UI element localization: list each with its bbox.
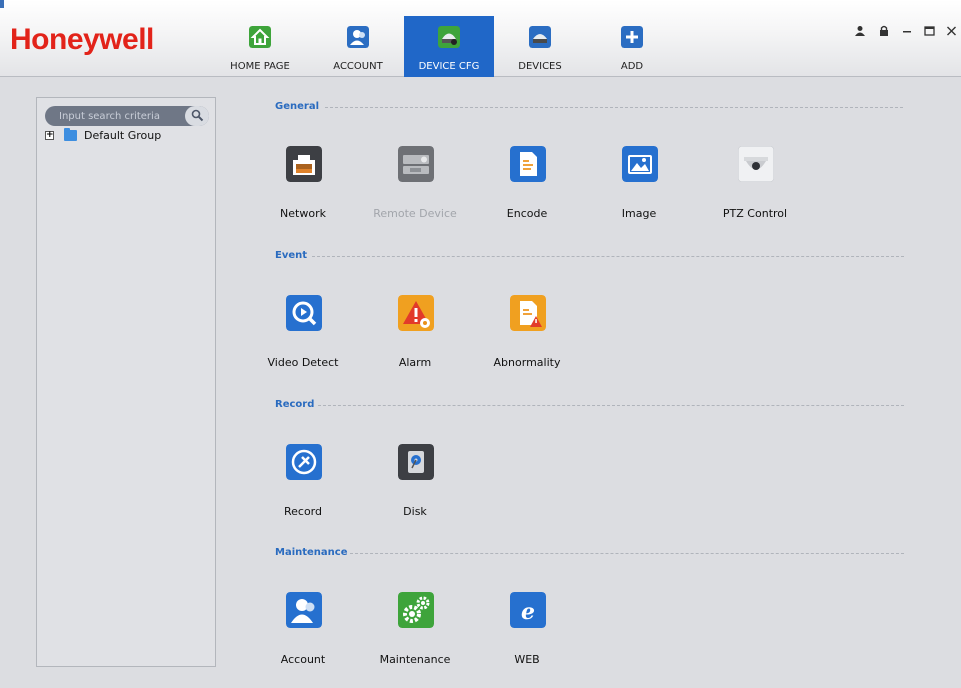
item-image[interactable]: Image [594, 146, 684, 226]
tab-add[interactable]: ADD [602, 16, 662, 77]
item-network[interactable]: Network [258, 146, 348, 226]
item-web[interactable]: e WEB [482, 592, 572, 672]
section-title-general: General [275, 101, 319, 112]
device-cfg-icon [438, 26, 460, 48]
item-abnormality-label: Abnormality [493, 356, 561, 369]
add-icon [621, 26, 643, 48]
item-network-label: Network [280, 207, 326, 220]
item-disk-label: Disk [403, 505, 427, 518]
item-disk[interactable]: Disk [370, 444, 460, 524]
item-image-label: Image [621, 207, 657, 220]
window-corner-accent [0, 0, 4, 8]
tab-device-cfg-label: DEVICE CFG [418, 61, 480, 72]
item-ptz-control[interactable]: PTZ Control [710, 146, 800, 226]
item-record-label: Record [283, 505, 322, 518]
ptz-dome-camera-icon [738, 146, 774, 182]
search-input[interactable] [45, 106, 185, 126]
tab-account-label: ACCOUNT [333, 61, 383, 72]
folder-icon [64, 128, 77, 141]
maintenance-gears-icon [398, 592, 434, 628]
tree-node-label: Default Group [84, 129, 162, 142]
item-record[interactable]: Record [258, 444, 348, 524]
user-icon[interactable] [854, 25, 866, 37]
tab-devices-label: DEVICES [518, 61, 562, 72]
device-tree-panel: + Default Group [36, 97, 216, 667]
search-button[interactable] [185, 106, 209, 126]
item-maintenance[interactable]: Maintenance [370, 592, 460, 672]
tab-account[interactable]: ACCOUNT [320, 16, 396, 77]
item-remote-device-label: Remote Device [373, 207, 457, 220]
item-abnormality[interactable]: Abnormality [482, 295, 572, 375]
item-video-detect[interactable]: Video Detect [258, 295, 348, 375]
item-video-detect-label: Video Detect [267, 356, 339, 369]
account-user-icon [286, 592, 322, 628]
item-account[interactable]: Account [258, 592, 348, 672]
alarm-warning-icon [398, 295, 434, 331]
svg-text:e: e [521, 599, 535, 625]
section-divider [325, 107, 903, 108]
abnormality-icon [510, 295, 546, 331]
remote-device-icon [398, 146, 434, 182]
section-divider [318, 405, 904, 406]
section-title-event: Event [275, 250, 308, 261]
devices-icon [529, 26, 551, 48]
video-detect-icon [286, 295, 322, 331]
lock-icon[interactable] [879, 25, 889, 37]
tab-add-label: ADD [620, 61, 644, 72]
account-icon [347, 26, 369, 48]
tab-devices[interactable]: DEVICES [504, 16, 576, 77]
item-remote-device[interactable]: Remote Device [370, 146, 460, 226]
encode-document-icon [510, 146, 546, 182]
disk-icon [398, 444, 434, 480]
item-maintenance-label: Maintenance [379, 653, 451, 666]
tab-home-page-label: HOME PAGE [230, 61, 290, 72]
network-port-icon [286, 146, 322, 182]
section-divider [312, 256, 904, 257]
item-encode-label: Encode [506, 207, 548, 220]
record-icon [286, 444, 322, 480]
search-icon [191, 109, 204, 122]
item-alarm[interactable]: Alarm [370, 295, 460, 375]
minimize-icon[interactable] [902, 25, 912, 37]
item-alarm-label: Alarm [398, 356, 432, 369]
item-web-label: WEB [514, 653, 540, 666]
home-icon [249, 26, 271, 48]
top-bar: Honeywell HOME PAGE ACCOUNT DEVICE CFG D… [0, 0, 961, 77]
search-box [45, 106, 209, 126]
web-browser-icon: e [510, 592, 546, 628]
expand-toggle[interactable]: + [45, 131, 54, 140]
maximize-icon[interactable] [924, 25, 935, 37]
honeywell-logo: Honeywell [10, 23, 154, 56]
item-ptz-control-label: PTZ Control [722, 207, 788, 220]
image-icon [622, 146, 658, 182]
section-title-maintenance: Maintenance [275, 547, 348, 558]
item-encode[interactable]: Encode [482, 146, 572, 226]
item-account-label: Account [280, 653, 326, 666]
section-title-record: Record [275, 399, 315, 410]
close-icon[interactable] [946, 25, 957, 37]
tab-device-cfg[interactable]: DEVICE CFG [404, 16, 494, 77]
tab-home-page[interactable]: HOME PAGE [224, 16, 296, 77]
section-divider [350, 553, 904, 554]
